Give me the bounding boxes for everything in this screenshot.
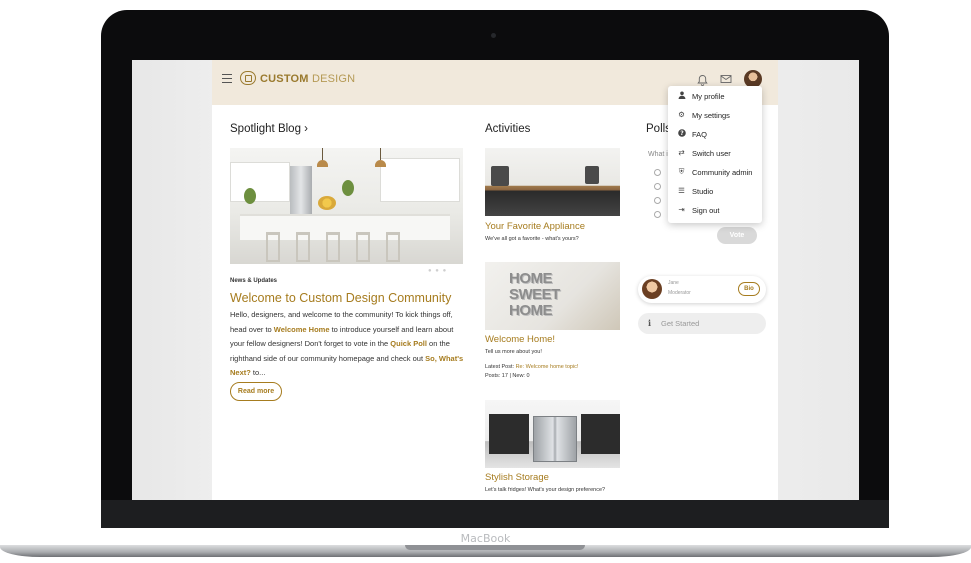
chevron-right-icon: ›	[304, 123, 309, 135]
appliance-shape	[491, 166, 509, 186]
gear-icon: ⚙	[678, 110, 685, 119]
welcome-home-link[interactable]: Welcome Home	[274, 325, 330, 334]
cabinet-shape	[380, 158, 460, 202]
cabinet-shape	[489, 414, 529, 454]
read-more-button[interactable]: Read more	[230, 382, 282, 401]
storage-image[interactable]	[485, 400, 620, 468]
menu-item-label: FAQ	[692, 130, 708, 139]
blog-hero-image[interactable]	[230, 148, 463, 264]
laptop-mockup: CUSTOM DESIGN Spotlight Blog › ● ● ● New…	[0, 0, 971, 563]
carousel-dots[interactable]: ● ● ●	[428, 268, 447, 274]
menu-icon[interactable]	[222, 74, 232, 83]
stool-shape	[356, 232, 370, 262]
activity-desc: We've all got a favorite - what's yours?	[485, 236, 579, 242]
shield-icon: ⛨	[678, 167, 685, 176]
community-app: CUSTOM DESIGN Spotlight Blog › ● ● ● New…	[212, 60, 778, 500]
pendant-lamp	[375, 148, 386, 167]
image-word: HOME	[509, 302, 553, 319]
user-name: Jane	[668, 280, 679, 286]
post-body: Hello, designers, and welcome to the com…	[230, 308, 468, 381]
spotlight-title: Spotlight Blog	[230, 123, 301, 135]
activity-title[interactable]: Your Favorite Appliance	[485, 221, 585, 232]
menu-item-my-settings[interactable]: ⚙ My settings	[668, 106, 762, 125]
user-dropdown-menu: My profile ⚙ My settings ? FAQ ⇄ Switch …	[668, 86, 762, 223]
user-card: Jane Moderator Bio	[638, 276, 766, 303]
logo-light-text: DESIGN	[311, 73, 356, 85]
logo-bold-text: CUSTOM	[260, 73, 309, 85]
bio-button[interactable]: Bio	[738, 282, 760, 296]
post-tag: News & Updates	[230, 278, 278, 284]
menu-item-label: Community admin	[692, 168, 753, 177]
poll-option-radio[interactable]	[654, 183, 661, 190]
appliance-shape	[585, 166, 599, 184]
menu-item-studio[interactable]: ☰ Studio	[668, 182, 762, 201]
pendant-lamp	[317, 148, 328, 167]
image-word: SWEET	[509, 286, 560, 303]
user-role: Moderator	[668, 290, 691, 296]
menu-item-label: My profile	[692, 92, 725, 101]
switch-user-icon: ⇄	[678, 148, 685, 157]
menu-item-label: Switch user	[692, 149, 731, 158]
menu-item-my-profile[interactable]: My profile	[668, 87, 762, 106]
poll-question: What i	[648, 151, 668, 158]
laptop-notch	[405, 545, 585, 550]
menu-item-community-admin[interactable]: ⛨ Community admin	[668, 163, 762, 182]
laptop-chin	[101, 500, 889, 528]
menu-item-label: My settings	[692, 111, 730, 120]
flowers-shape	[318, 196, 336, 210]
site-logo[interactable]: CUSTOM DESIGN	[260, 73, 355, 85]
stool-shape	[326, 232, 340, 262]
image-word: HOME	[509, 270, 553, 287]
home-sweet-home-image[interactable]: HOME SWEET HOME	[485, 262, 620, 330]
activity-desc: Tell us more about you!	[485, 349, 542, 355]
cabinet-shape	[581, 414, 620, 454]
quick-poll-link[interactable]: Quick Poll	[390, 339, 427, 348]
menu-item-label: Sign out	[692, 206, 720, 215]
menu-item-faq[interactable]: ? FAQ	[668, 125, 762, 144]
post-text: to...	[250, 368, 266, 377]
stool-shape	[386, 232, 400, 262]
latest-label: Latest Post:	[485, 364, 516, 370]
sign-out-icon: ⇥	[678, 205, 685, 214]
activity-title[interactable]: Stylish Storage	[485, 472, 549, 483]
vote-button[interactable]: Vote	[717, 227, 757, 244]
laptop-screen: CUSTOM DESIGN Spotlight Blog › ● ● ● New…	[132, 60, 859, 500]
svg-text:?: ?	[680, 130, 684, 137]
spotlight-blog-heading[interactable]: Spotlight Blog ›	[230, 123, 308, 135]
user-icon	[677, 91, 686, 102]
poll-option-radio[interactable]	[654, 169, 661, 176]
get-started-button[interactable]: i Get Started	[638, 313, 766, 334]
latest-post-link[interactable]: Re: Welcome home topic!	[516, 364, 579, 370]
logo-icon	[240, 71, 256, 85]
fridge-shape	[533, 416, 577, 462]
activity-stats: Posts: 17 | New: 0	[485, 373, 530, 379]
activities-heading: Activities	[485, 123, 531, 135]
plant-shape	[244, 188, 256, 204]
fridge-shape	[290, 166, 312, 216]
menu-item-switch-user[interactable]: ⇄ Switch user	[668, 144, 762, 163]
menu-item-label: Studio	[692, 187, 714, 196]
info-icon: i	[648, 318, 652, 328]
stool-shape	[296, 232, 310, 262]
appliance-image[interactable]	[485, 148, 620, 216]
post-title[interactable]: Welcome to Custom Design Community	[230, 291, 451, 305]
poll-option-radio[interactable]	[654, 211, 661, 218]
bell-icon[interactable]	[696, 74, 708, 86]
poll-option-radio[interactable]	[654, 197, 661, 204]
laptop-brand-label: MacBook	[460, 532, 511, 545]
activity-latest-post: Latest Post: Re: Welcome home topic!	[485, 363, 625, 371]
stool-shape	[266, 232, 280, 262]
mail-icon[interactable]	[720, 74, 732, 86]
plant-shape	[342, 180, 354, 196]
get-started-label: Get Started	[661, 319, 700, 328]
activity-desc: Let's talk fridges! What's your design p…	[485, 487, 606, 493]
question-icon: ?	[677, 129, 686, 140]
activity-title[interactable]: Welcome Home!	[485, 334, 555, 345]
menu-item-sign-out[interactable]: ⇥ Sign out	[668, 201, 762, 220]
avatar[interactable]	[642, 279, 662, 299]
sliders-icon: ☰	[678, 186, 685, 195]
webcam	[491, 33, 496, 38]
cabinet-shape	[230, 162, 290, 202]
